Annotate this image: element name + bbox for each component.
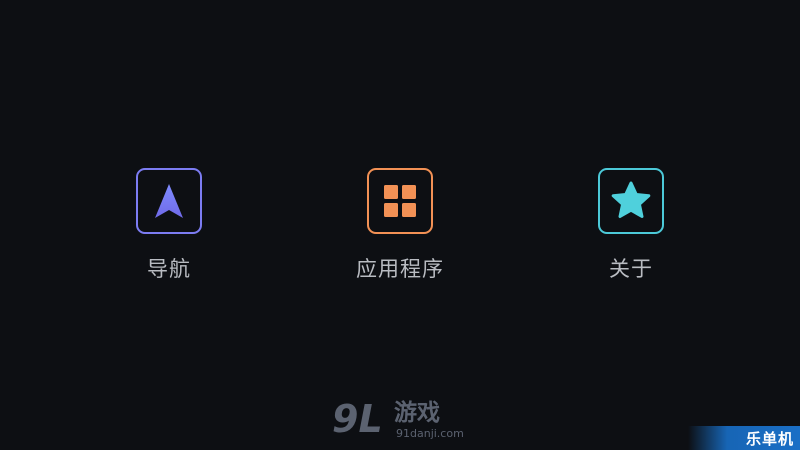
menu-label-about: 关于 — [609, 257, 653, 281]
corner-badge-text: 乐单机 — [745, 429, 794, 448]
star-icon — [611, 181, 651, 218]
watermark-logo-digits: 9L — [332, 397, 383, 441]
menu-item-navigation[interactable]: 导航 — [99, 168, 239, 282]
navigation-icon-frame — [136, 168, 202, 234]
menu-item-applications[interactable]: 应用程序 — [330, 168, 470, 282]
applications-icon-frame — [367, 168, 433, 234]
watermark-logo-text: 游戏 — [394, 400, 440, 426]
main-menu-screen: 导航 应用程序 关于 9L 游戏 91danji.com 乐单机 — [0, 0, 800, 450]
menu-label-applications: 应用程序 — [356, 257, 444, 281]
apps-grid-icon — [384, 185, 416, 217]
watermark-url: 91danji.com — [396, 427, 464, 440]
about-icon-frame — [598, 168, 664, 234]
site-watermark: 9L 游戏 91danji.com — [332, 398, 472, 444]
menu-item-about[interactable]: 关于 — [561, 168, 701, 282]
navigation-arrow-icon — [155, 184, 183, 218]
corner-badge: 乐单机 — [688, 426, 800, 450]
menu-label-navigation: 导航 — [147, 257, 191, 281]
